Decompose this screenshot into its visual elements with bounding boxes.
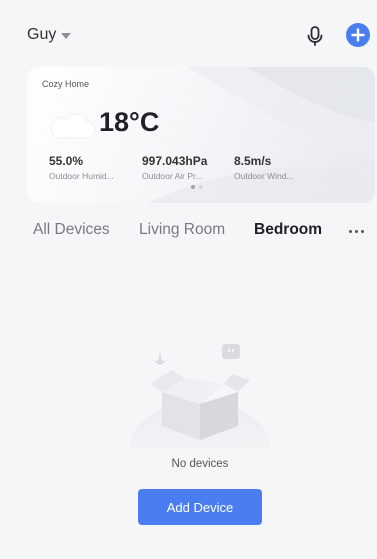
card-pager [191, 185, 203, 189]
humidity-metric: 55.0% Outdoor Humid... [49, 154, 114, 181]
home-name: Guy [27, 26, 57, 43]
metric-label: Outdoor Air Pr... [142, 171, 203, 181]
metric-label: Outdoor Humid... [49, 171, 114, 181]
metric-value: 55.0% [49, 154, 84, 168]
caret-down-icon [61, 33, 72, 39]
wind-metric: 8.5m/s Outdoor Wind... [234, 154, 294, 181]
tab-bedroom[interactable]: Bedroom [254, 221, 322, 239]
empty-box-illustration [130, 344, 270, 448]
empty-message: No devices [171, 458, 229, 470]
plus-circle-icon[interactable] [346, 23, 370, 47]
home-selector[interactable]: Guy [27, 26, 72, 44]
temperature-value: 18°C [99, 107, 160, 137]
metric-value: 8.5m/s [234, 154, 272, 168]
room-tabs: All Devices Living Room Bedroom [0, 221, 377, 245]
home-label: Cozy Home [42, 79, 90, 89]
add-device-button[interactable]: Add Device [138, 489, 262, 525]
top-bar: Guy [0, 0, 377, 70]
pager-dot [191, 185, 195, 189]
weather-card[interactable]: Cozy Home 18°C 55.0% Outdoor Humid... 99… [27, 67, 375, 203]
air-pressure-metric: 997.043hPa Outdoor Air Pr... [142, 154, 207, 181]
microphone-icon[interactable] [303, 24, 327, 48]
metric-label: Outdoor Wind... [234, 171, 294, 181]
pager-dot [199, 185, 203, 189]
tab-living-room[interactable]: Living Room [139, 221, 225, 239]
cloud-icon [47, 111, 97, 141]
tab-all-devices[interactable]: All Devices [33, 221, 110, 239]
metric-value: 997.043hPa [142, 154, 208, 168]
more-icon[interactable] [349, 230, 364, 233]
